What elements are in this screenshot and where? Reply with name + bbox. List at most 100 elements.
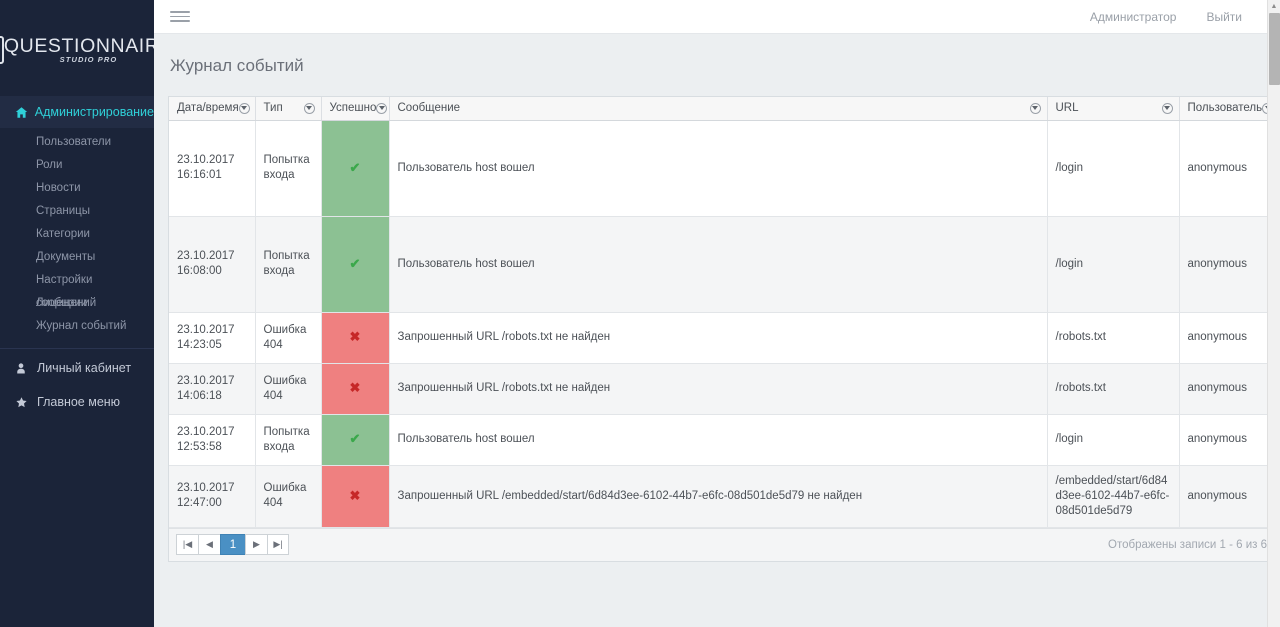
pagination-prev-button[interactable]: ◀: [198, 534, 220, 555]
cell-datetime: 23.10.2017 14:06:18: [169, 363, 256, 415]
filter-dropdown-icon-datetime[interactable]: [238, 102, 250, 114]
pagination-last-button[interactable]: ▶|: [267, 534, 289, 555]
user-icon: [15, 362, 37, 375]
cell-message: Запрошенный URL /embedded/start/6d84d3ee…: [389, 465, 1048, 528]
sidebar-item-main-menu-label: Главное меню: [37, 395, 121, 409]
table-header-row: Дата/время Тип Успешно Сообщение URL Пользова…: [169, 97, 1280, 121]
cell-success: ✔: [321, 216, 390, 313]
table-row[interactable]: 23.10.2017 16:16:01 Попытка входа ✔ Пользов…: [169, 120, 1280, 217]
cell-user: anonymous: [1179, 312, 1270, 364]
column-header-label-datetime: Дата/время: [177, 102, 239, 115]
table-row[interactable]: 23.10.2017 16:08:00 Попытка входа ✔ Пользов…: [169, 216, 1280, 313]
table-row[interactable]: 23.10.2017 12:47:00 Ошибка 404 ✖ Запрошенны…: [169, 465, 1280, 528]
logout-link[interactable]: Выйти: [1206, 10, 1242, 24]
cell-success: ✖: [321, 363, 390, 415]
pagination-bar: |◀ ◀ 1 ▶ ▶| Отображены записи 1 - 6 из 6: [169, 527, 1275, 561]
event-log-table: Дата/время Тип Успешно Сообщение URL Пользова…: [169, 97, 1280, 528]
scroll-up-arrow[interactable]: ▲: [1268, 0, 1280, 13]
hamburger-menu-icon[interactable]: [170, 8, 190, 25]
cell-datetime: 23.10.2017 14:23:05: [169, 312, 256, 364]
table-body: 23.10.2017 16:16:01 Попытка входа ✔ Пользов…: [169, 120, 1280, 528]
cell-user: anonymous: [1179, 120, 1270, 217]
cell-success: ✖: [321, 465, 390, 528]
sidebar-item-pages[interactable]: Страницы: [0, 200, 154, 223]
cell-message: Запрошенный URL /robots.txt не найден: [389, 312, 1048, 364]
sidebar-item-documents[interactable]: Документы: [0, 246, 154, 269]
pagination-first-button[interactable]: |◀: [176, 534, 198, 555]
clipboard-icon: @: [0, 36, 4, 64]
column-header-success[interactable]: Успешно: [321, 97, 390, 121]
cell-user: anonymous: [1179, 414, 1270, 466]
cross-icon: ✖: [349, 329, 361, 344]
sidebar-item-personal-account[interactable]: Личный кабинет: [0, 351, 154, 385]
column-header-type[interactable]: Тип: [255, 97, 322, 121]
cell-datetime: 23.10.2017 16:08:00: [169, 216, 256, 313]
content-area: Журнал событий Дата/время Тип Успешно Сообщ…: [154, 34, 1280, 627]
sidebar-item-event-log[interactable]: Журнал событий: [0, 315, 154, 338]
event-log-panel: Дата/время Тип Успешно Сообщение URL Пользова…: [168, 96, 1280, 562]
brand-logo[interactable]: @ QUESTIONNAIRE STUDIO PRO: [0, 0, 154, 96]
app-root: @ QUESTIONNAIRE STUDIO PRO Администриров…: [0, 0, 1280, 627]
top-bar-right: Администратор Выйти: [1060, 10, 1280, 24]
filter-dropdown-icon-success[interactable]: [376, 102, 388, 114]
scrollbar-thumb[interactable]: [1269, 13, 1280, 85]
current-user-label[interactable]: Администратор: [1090, 10, 1177, 24]
sidebar-item-personal-account-label: Личный кабинет: [37, 361, 132, 375]
column-header-url[interactable]: URL: [1047, 97, 1180, 121]
column-header-datetime[interactable]: Дата/время: [169, 97, 256, 121]
sidebar-item-administration[interactable]: Администрирование: [0, 96, 154, 128]
sidebar-sublist-administration: Пользователи Роли Новости Страницы Катег…: [0, 128, 154, 346]
sidebar-item-categories[interactable]: Категории: [0, 223, 154, 246]
cell-datetime: 23.10.2017 12:47:00: [169, 465, 256, 528]
page-scrollbar[interactable]: ▲: [1267, 0, 1280, 627]
cell-datetime: 23.10.2017 16:16:01: [169, 120, 256, 217]
pagination-next-button[interactable]: ▶: [245, 534, 267, 555]
sidebar-item-administration-label: Администрирование: [34, 105, 154, 119]
cell-user: anonymous: [1179, 363, 1270, 415]
cell-type: Попытка входа: [255, 216, 322, 313]
column-header-label-user: Пользователь: [1187, 102, 1263, 115]
pagination-page-1-button[interactable]: 1: [220, 534, 245, 555]
cell-type: Попытка входа: [255, 120, 322, 217]
column-header-message[interactable]: Сообщение: [389, 97, 1048, 121]
cell-url: /embedded/start/6d84d3ee-6102-44b7-e6fc-…: [1047, 465, 1180, 528]
column-header-label-url: URL: [1055, 102, 1079, 115]
cell-user: anonymous: [1179, 465, 1270, 528]
cell-success: ✔: [321, 120, 390, 217]
cross-icon: ✖: [349, 487, 361, 503]
column-header-label-type: Тип: [263, 102, 283, 115]
table-row[interactable]: 23.10.2017 14:06:18 Ошибка 404 ✖ Запрошенны…: [169, 363, 1280, 415]
filter-dropdown-icon-type[interactable]: [303, 102, 315, 114]
filter-dropdown-icon-url[interactable]: [1161, 102, 1173, 114]
filter-dropdown-icon-message[interactable]: [1029, 102, 1041, 114]
cell-success: ✔: [321, 414, 390, 466]
sidebar-item-news[interactable]: Новости: [0, 177, 154, 200]
brand-name: QUESTIONNAIRE: [3, 35, 154, 57]
table-row[interactable]: 23.10.2017 14:23:05 Ошибка 404 ✖ Запрошенны…: [169, 312, 1280, 364]
table-row[interactable]: 23.10.2017 12:53:58 Попытка входа ✔ Пользов…: [169, 414, 1280, 466]
sidebar-divider: [0, 348, 154, 349]
cell-message: Пользователь host вошел: [389, 414, 1048, 466]
cell-type: Ошибка 404: [255, 465, 322, 528]
sidebar-item-roles[interactable]: Роли: [0, 154, 154, 177]
brand-tagline: STUDIO PRO: [59, 55, 118, 64]
cell-datetime: 23.10.2017 12:53:58: [169, 414, 256, 466]
home-icon: [15, 106, 35, 119]
cell-url: /login: [1047, 216, 1180, 313]
check-icon: ✔: [349, 159, 361, 175]
check-icon: ✔: [349, 255, 361, 271]
top-bar: Администратор Выйти: [154, 0, 1280, 34]
page-title: Журнал событий: [170, 56, 304, 75]
sidebar-item-users[interactable]: Пользователи: [0, 131, 154, 154]
sidebar-item-message-settings[interactable]: Настройки сообщений: [0, 269, 154, 309]
cell-url: /login: [1047, 120, 1180, 217]
column-header-user[interactable]: Пользователь: [1179, 97, 1270, 121]
table-header: Дата/время Тип Успешно Сообщение URL Пользова…: [169, 97, 1280, 121]
cell-success: ✖: [321, 312, 390, 364]
column-header-label-message: Сообщение: [397, 102, 461, 115]
sidebar-item-licenses[interactable]: Лицензии: [0, 292, 154, 315]
column-header-label-success: Успешно: [329, 102, 377, 115]
sidebar-item-main-menu[interactable]: Главное меню: [0, 385, 154, 419]
cell-message: Пользователь host вошел: [389, 120, 1048, 217]
cell-type: Ошибка 404: [255, 312, 322, 364]
